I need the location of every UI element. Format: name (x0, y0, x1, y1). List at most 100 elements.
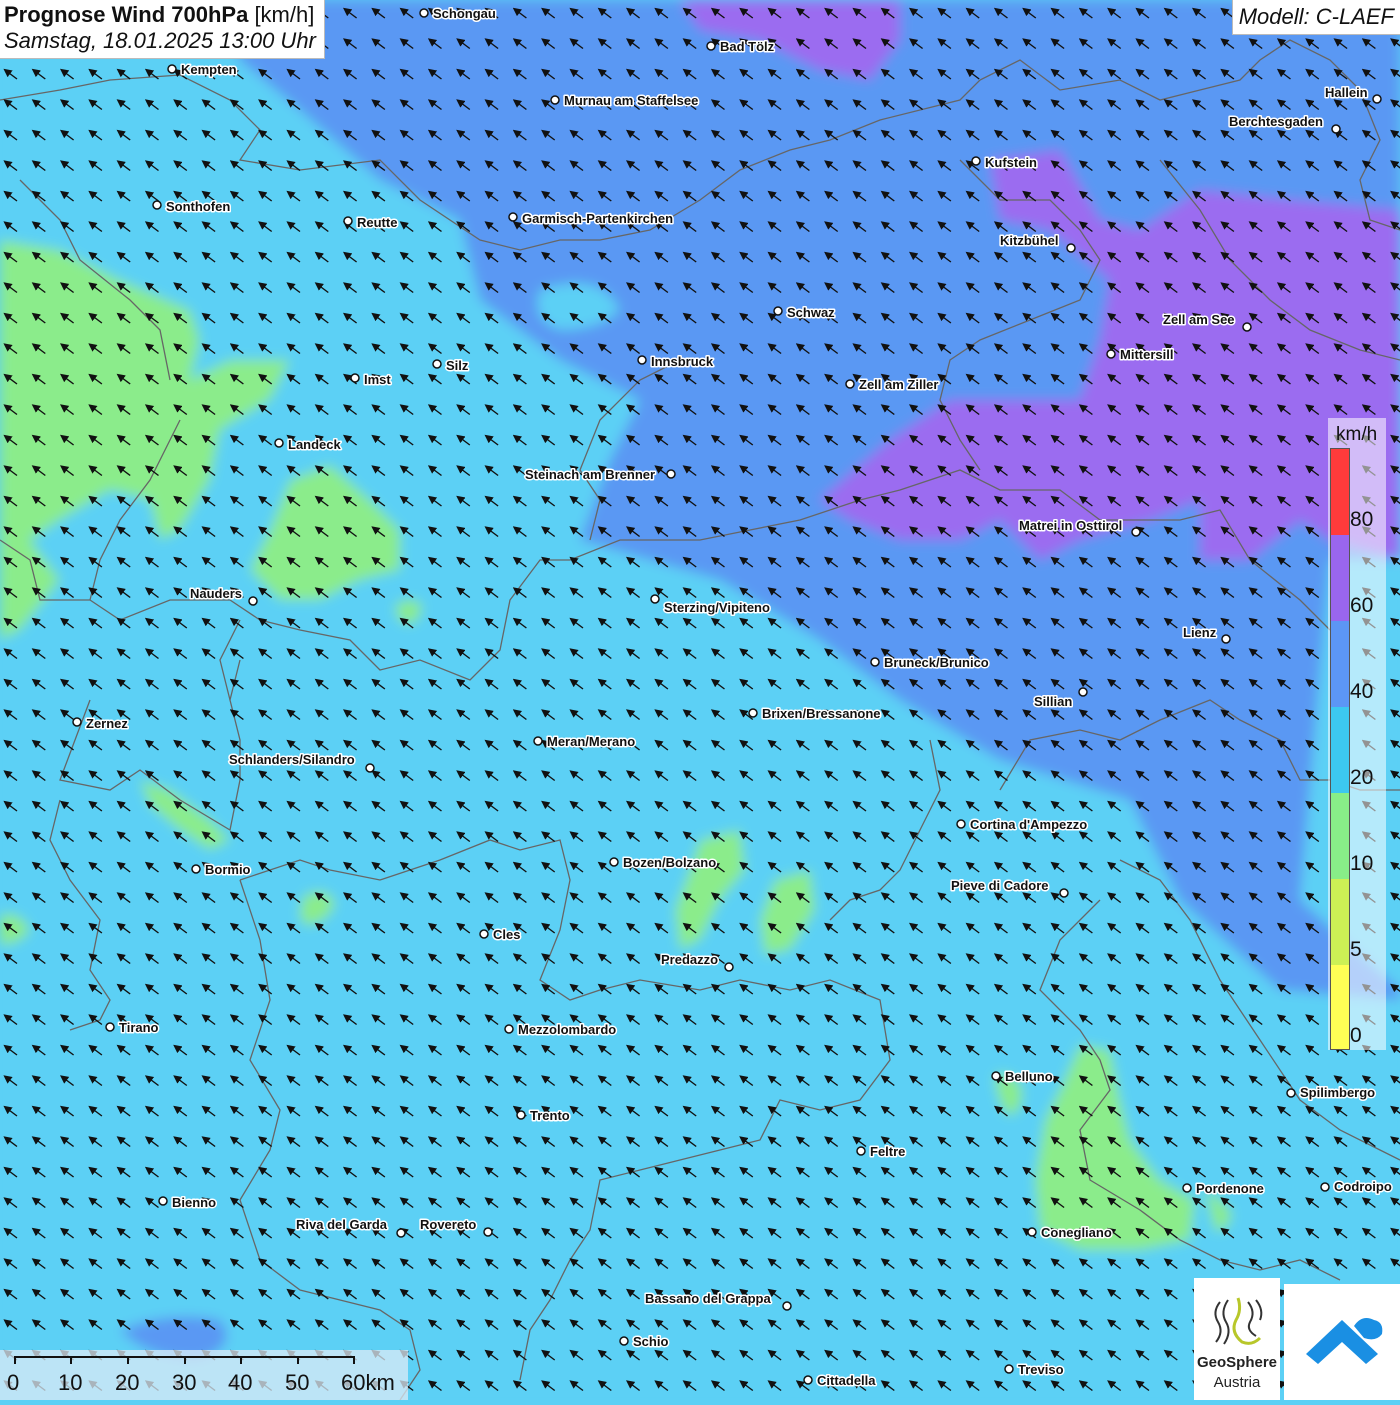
city-pordenone: Pordenone (1182, 1180, 1265, 1198)
city-mezzolombardo: Mezzolombardo (504, 1021, 618, 1039)
svg-text:Schio: Schio (633, 1334, 668, 1349)
model-label: Modell: C-LAEF (1231, 0, 1400, 35)
legend-swatch-60 (1331, 535, 1349, 621)
svg-text:Kempten: Kempten (181, 62, 237, 77)
svg-text:Feltre: Feltre (870, 1144, 905, 1159)
legend-swatch-10 (1331, 793, 1349, 879)
color-legend: km/h 80 60 40 20 10 5 0 (1328, 418, 1386, 1050)
svg-text:Zell am Ziller: Zell am Ziller (859, 377, 938, 392)
city-bozen: Bozen/Bolzano (609, 854, 718, 872)
legend-swatch-20 (1331, 707, 1349, 793)
svg-text:Nauders: Nauders (190, 586, 242, 601)
svg-text:Zell am See: Zell am See (1163, 312, 1235, 327)
svg-text:Brixen/Bressanone: Brixen/Bressanone (762, 706, 881, 721)
svg-text:Mezzolombardo: Mezzolombardo (518, 1022, 616, 1037)
city-conegliano: Conegliano (1027, 1224, 1113, 1242)
svg-text:Bad Tölz: Bad Tölz (720, 39, 775, 54)
svg-text:Bassano del Grappa: Bassano del Grappa (645, 1291, 771, 1306)
scale-label-30: 30 (172, 1370, 197, 1395)
svg-text:Berchtesgaden: Berchtesgaden (1229, 114, 1323, 129)
svg-text:Cittadella: Cittadella (817, 1373, 876, 1388)
svg-text:Kitzbühel: Kitzbühel (1000, 233, 1059, 248)
scale-label-20: 20 (115, 1370, 140, 1395)
legend-label-5: 5 (1350, 938, 1362, 961)
scale-label-50: 50 (285, 1370, 310, 1395)
svg-text:Conegliano: Conegliano (1041, 1225, 1112, 1240)
svg-text:Cortina d'Ampezzo: Cortina d'Ampezzo (970, 817, 1087, 832)
svg-text:Kufstein: Kufstein (985, 155, 1037, 170)
svg-text:Silz: Silz (446, 358, 469, 373)
svg-text:Pieve di Cadore: Pieve di Cadore (951, 878, 1049, 893)
svg-text:Pordenone: Pordenone (1196, 1181, 1264, 1196)
legend-unit: km/h (1336, 424, 1378, 445)
scale-tick-10 (70, 1356, 72, 1364)
map-title: Prognose Wind 700hPa [km/h] (4, 2, 316, 28)
wind-map: Schongau Bad Tölz Kempten Murnau am Staf… (0, 0, 1400, 1400)
svg-text:Bruneck/Brunico: Bruneck/Brunico (884, 655, 989, 670)
scale-label-0: 0 (7, 1370, 20, 1395)
svg-text:Garmisch-Partenkirchen: Garmisch-Partenkirchen (522, 211, 673, 226)
svg-text:Rovereto: Rovereto (420, 1217, 476, 1232)
scale-tick-30 (184, 1356, 186, 1364)
legend-label-80: 80 (1350, 508, 1374, 531)
svg-text:Bienno: Bienno (172, 1195, 216, 1210)
map-title-box: Prognose Wind 700hPa [km/h] Samstag, 18.… (0, 0, 325, 59)
legend-swatch-5 (1331, 879, 1349, 965)
city-bruneck: Bruneck/Brunico (870, 654, 990, 672)
city-murnau: Murnau am Staffelsee (550, 92, 700, 110)
svg-text:Hallein: Hallein (1325, 85, 1368, 100)
svg-text:Innsbruck: Innsbruck (651, 354, 714, 369)
city-brixen: Brixen/Bressanone (748, 705, 882, 723)
scale-label-60km: 60km (341, 1370, 395, 1395)
svg-text:Meran/Merano: Meran/Merano (547, 734, 635, 749)
svg-text:Reutte: Reutte (357, 215, 397, 230)
legend-swatch-0 (1331, 965, 1349, 1049)
svg-text:Predazzo: Predazzo (661, 952, 718, 967)
legend-swatch-80 (1331, 449, 1349, 535)
svg-text:Mittersill: Mittersill (1120, 347, 1173, 362)
legend-label-20: 20 (1350, 766, 1374, 789)
svg-text:Zernez: Zernez (86, 716, 128, 731)
svg-text:Spilimbergo: Spilimbergo (1300, 1085, 1375, 1100)
svg-text:Cles: Cles (493, 927, 520, 942)
svg-text:Sillian: Sillian (1034, 694, 1072, 709)
svg-text:Matrei in Osttirol: Matrei in Osttirol (1019, 518, 1122, 533)
svg-text:Schwaz: Schwaz (787, 305, 835, 320)
scale-label-40: 40 (228, 1370, 253, 1395)
city-spilimbergo: Spilimbergo (1286, 1084, 1377, 1102)
svg-text:Steinach am Brenner: Steinach am Brenner (525, 467, 655, 482)
geosphere-sub: Austria (1213, 1374, 1261, 1391)
legend-label-10: 10 (1350, 852, 1374, 875)
scale-tick-0 (14, 1356, 16, 1364)
svg-text:Belluno: Belluno (1005, 1069, 1053, 1084)
svg-text:Bormio: Bormio (205, 862, 251, 877)
svg-text:Schongau: Schongau (433, 6, 496, 21)
svg-text:Bozen/Bolzano: Bozen/Bolzano (623, 855, 716, 870)
scale-bar: 0 10 20 30 40 50 60km (0, 1350, 408, 1400)
svg-text:Schlanders/Silandro: Schlanders/Silandro (229, 752, 355, 767)
legend-label-0: 0 (1350, 1024, 1362, 1047)
legend-label-40: 40 (1350, 680, 1374, 703)
scale-tick-40 (240, 1356, 242, 1364)
svg-text:Trento: Trento (530, 1108, 570, 1123)
svg-text:Riva del Garda: Riva del Garda (296, 1217, 388, 1232)
forecast-datetime: Samstag, 18.01.2025 13:00 Uhr (4, 28, 316, 53)
svg-text:Imst: Imst (364, 372, 391, 387)
scale-tick-50 (297, 1356, 299, 1364)
city-steinach: Steinach am Brenner (524, 466, 676, 484)
svg-text:Lienz: Lienz (1183, 625, 1217, 640)
title-main: Prognose Wind 700hPa (4, 2, 249, 27)
svg-text:Sterzing/Vipiteno: Sterzing/Vipiteno (664, 600, 770, 615)
svg-text:Treviso: Treviso (1018, 1362, 1064, 1377)
svg-text:Landeck: Landeck (288, 437, 342, 452)
city-garmisch: Garmisch-Partenkirchen (508, 210, 675, 228)
scale-tick-20 (127, 1356, 129, 1364)
geosphere-name: GeoSphere (1196, 1354, 1278, 1371)
scale-label-10: 10 (58, 1370, 83, 1395)
wind-app-icon (1306, 1318, 1383, 1364)
svg-text:Murnau am Staffelsee: Murnau am Staffelsee (564, 93, 698, 108)
geosphere-logo: GeoSphere Austria (1194, 1278, 1280, 1400)
svg-text:Codroipo: Codroipo (1334, 1179, 1392, 1194)
geosphere-mark-icon (1214, 1297, 1263, 1345)
city-meran: Meran/Merano (533, 733, 637, 751)
